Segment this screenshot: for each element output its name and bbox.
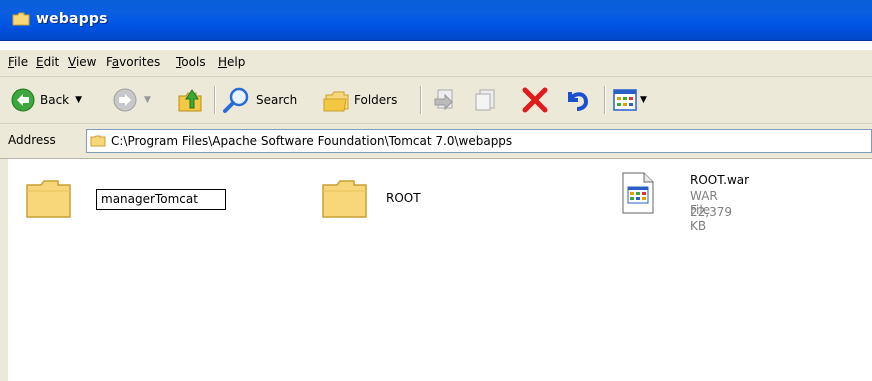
folder-name: ROOT <box>386 191 421 205</box>
file-list-pane[interactable]: managerTomcat ROOT ROOT.war WAR File 22,… <box>0 159 872 381</box>
folders-label: Folders <box>354 93 398 107</box>
up-folder-icon <box>178 89 202 112</box>
toolbar-separator <box>604 86 606 114</box>
menu-file[interactable]: File <box>8 55 28 69</box>
address-input[interactable]: C:\Program Files\Apache Software Foundat… <box>86 129 872 153</box>
views-dropdown-icon[interactable]: ▼ <box>640 95 647 105</box>
back-arrow-icon <box>11 88 35 112</box>
forward-button[interactable]: ▼ <box>112 77 151 123</box>
menu-help[interactable]: Help <box>218 55 245 69</box>
search-label: Search <box>256 93 298 107</box>
address-path: C:\Program Files\Apache Software Foundat… <box>111 134 513 148</box>
address-bar: Address C:\Program Files\Apache Software… <box>0 124 872 159</box>
delete-x-icon <box>522 87 548 113</box>
folder-icon <box>26 180 71 218</box>
folder-icon <box>90 135 106 147</box>
back-dropdown-icon[interactable]: ▼ <box>75 95 82 105</box>
back-label: Back <box>40 93 70 107</box>
window-title: webapps <box>36 11 108 27</box>
copy-to-icon <box>475 89 495 111</box>
menu-tools[interactable]: Tools <box>176 55 206 69</box>
views-button[interactable]: ▼ <box>612 77 647 123</box>
folder-icon <box>322 180 367 218</box>
search-button[interactable]: Search <box>222 77 297 123</box>
folders-button[interactable]: Folders <box>322 77 397 123</box>
folders-icon <box>323 91 349 112</box>
move-to-icon <box>434 89 453 111</box>
back-button[interactable]: Back ▼ <box>10 77 82 123</box>
move-to-button[interactable] <box>432 77 460 123</box>
forward-dropdown-icon[interactable]: ▼ <box>144 95 151 105</box>
file-size: 22,379 KB <box>690 205 732 233</box>
folder-icon <box>12 12 30 26</box>
toolbar: Back ▼ ▼ Search Folders ▼ <box>0 77 872 124</box>
toolbar-separator <box>420 86 422 114</box>
toolbar-separator <box>214 86 216 114</box>
title-bar: webapps <box>0 0 872 41</box>
undo-icon <box>568 92 589 111</box>
search-icon <box>223 87 249 113</box>
views-icon <box>613 89 637 111</box>
menu-edit[interactable]: Edit <box>36 55 59 69</box>
menu-favorites[interactable]: Favorites <box>106 55 160 69</box>
forward-arrow-icon <box>113 88 137 112</box>
address-label: Address <box>8 133 56 147</box>
up-folder-button[interactable] <box>176 77 204 123</box>
undo-button[interactable] <box>562 77 592 123</box>
menu-view[interactable]: View <box>68 55 96 69</box>
file-name: ROOT.war <box>690 173 750 187</box>
copy-to-button[interactable] <box>472 77 500 123</box>
rename-input[interactable]: managerTomcat <box>96 189 226 210</box>
menu-bar: File Edit View Favorites Tools Help <box>0 50 872 77</box>
delete-button[interactable] <box>520 77 550 123</box>
war-file-icon <box>622 172 654 214</box>
